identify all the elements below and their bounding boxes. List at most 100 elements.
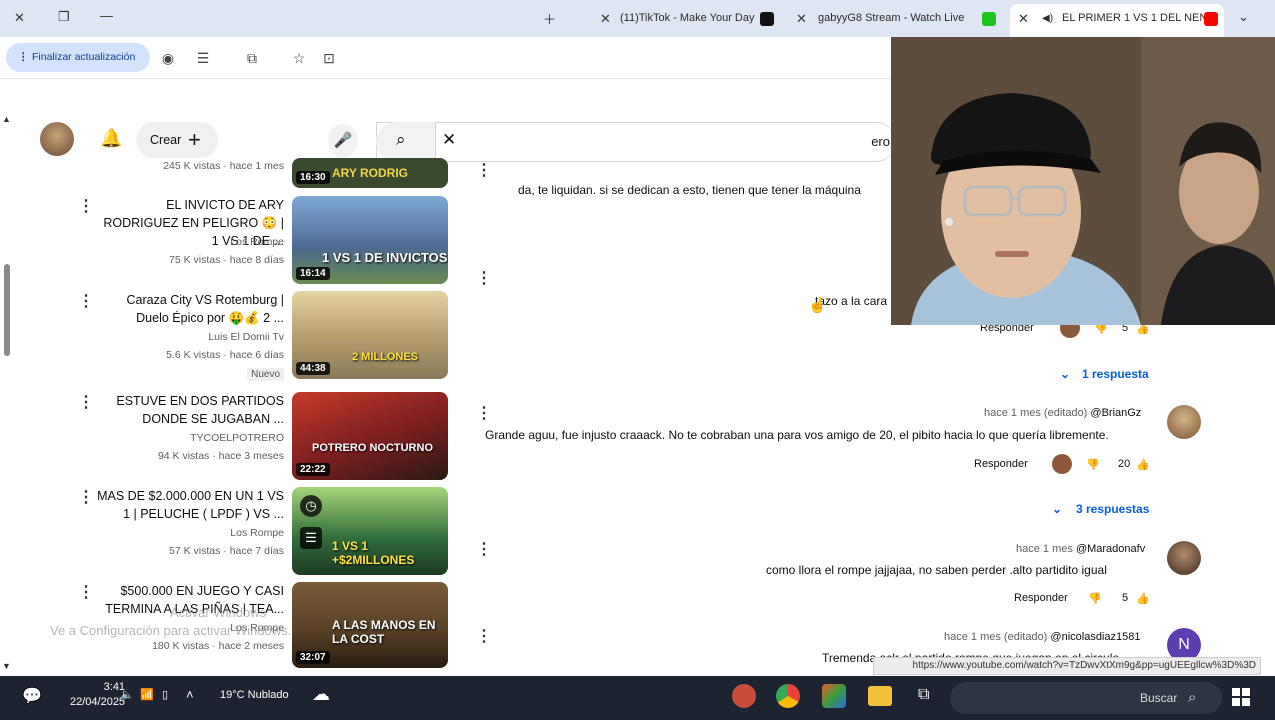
profile-avatar-icon[interactable]: ◉ <box>158 48 178 68</box>
video-menu-icon[interactable]: ⋮ <box>78 584 94 602</box>
weather-text[interactable]: 19°C Nublado <box>220 689 289 701</box>
add-to-queue-icon[interactable]: ☰ <box>300 527 322 549</box>
volume-icon[interactable]: 🔈 <box>120 688 134 701</box>
chrome-app-icon[interactable] <box>776 684 800 708</box>
comment-author[interactable]: @Maradonafv <box>1076 543 1145 555</box>
tab-tiktok[interactable]: ✕ (11)TikTok - Make Your Day <box>600 6 780 31</box>
window-restore-icon[interactable]: ❐ <box>58 9 70 25</box>
video-channel[interactable]: Los Rompe <box>230 236 284 248</box>
video-item[interactable]: 2 MILLONES 44:38 ⋮ Caraza City VS Rotemb… <box>0 291 460 383</box>
comment-author[interactable]: @nicolasdiaz1581 <box>1050 631 1140 643</box>
comment-author-line: hace 1 mes @Maradonafv <box>1016 543 1145 555</box>
commenter-avatar[interactable] <box>1167 405 1201 439</box>
dislike-icon[interactable]: 👎 <box>1088 592 1102 605</box>
video-thumbnail[interactable]: ARY RODRIG 16:30 <box>292 158 448 188</box>
like-icon[interactable]: 👍 <box>1136 592 1150 605</box>
finish-update-button[interactable]: ⋮ Finalizar actualización <box>6 43 150 72</box>
finish-update-label: Finalizar actualización <box>32 51 136 63</box>
video-menu-icon[interactable]: ⋮ <box>78 293 94 311</box>
like-icon[interactable]: 👍 <box>1136 458 1150 471</box>
view-replies-button[interactable]: ⌄ 3 respuestas <box>1052 502 1149 516</box>
comment-menu-icon[interactable]: ⋮ <box>476 541 492 559</box>
browser-tab-strip: ✕ ❐ — ＋ ✕ (11)TikTok - Make Your Day ✕ g… <box>0 0 1275 37</box>
bluestacks-app-icon[interactable] <box>822 684 846 708</box>
window-close-icon[interactable]: ✕ <box>14 10 25 26</box>
tab-search-chevron-icon[interactable]: ⌄ <box>1238 9 1249 25</box>
thumbnail-text: 1 VS 1 DE INVICTOS <box>322 250 448 265</box>
window-minimize-icon[interactable]: — <box>100 8 113 23</box>
video-thumbnail[interactable]: 1 VS 1 DE INVICTOS 16:14 <box>292 196 448 284</box>
notification-center-icon[interactable]: 💬 <box>22 686 42 706</box>
video-title: MAS DE $2.000.000 EN UN 1 VS 1 | PELUCHE… <box>97 489 284 521</box>
new-tab-icon[interactable]: ＋ <box>543 9 556 28</box>
watch-later-icon[interactable]: ◷ <box>300 495 322 517</box>
tab-close-icon[interactable]: ✕ <box>796 6 807 31</box>
comment-time: hace 1 mes (editado) <box>944 631 1048 643</box>
tab-close-icon[interactable]: ✕ <box>1018 4 1029 33</box>
show-hidden-icons-chevron[interactable]: ˄ <box>186 687 194 702</box>
install-app-icon[interactable]: ⊡ <box>319 48 339 68</box>
video-title: ESTUVE EN DOS PARTIDOS DONDE SE JUGABAN … <box>116 394 284 426</box>
bookmark-star-icon[interactable]: ☆ <box>289 48 309 68</box>
video-thumbnail[interactable]: 2 MILLONES 44:38 <box>292 291 448 379</box>
wifi-icon[interactable]: 📶 <box>140 688 154 701</box>
comment-text: da, te liquidan. si se dedican a esto, t… <box>518 183 861 197</box>
view-replies-button[interactable]: ⌄ 1 respuesta <box>1060 367 1149 381</box>
video-item[interactable]: 1 VS 1 DE INVICTOS 16:14 ⋮ EL INVICTO DE… <box>0 196 460 288</box>
battery-icon[interactable]: ▯ <box>162 688 168 701</box>
replies-label: 3 respuestas <box>1076 502 1150 516</box>
reply-button[interactable]: Responder <box>974 458 1028 470</box>
video-meta: 57 K vistas · hace 7 días <box>169 545 284 557</box>
video-menu-icon[interactable]: ⋮ <box>78 489 94 507</box>
comment-text: como llora el rompe jajjajaa, no saben p… <box>766 563 1107 577</box>
extensions-icon[interactable]: ⧉ <box>242 48 262 68</box>
video-menu-icon[interactable]: ⋮ <box>78 394 94 412</box>
video-thumbnail[interactable]: POTRERO NOCTURNO 22:22 <box>292 392 448 480</box>
thumbnail-text: 1 VS 1 +$2MILLONES <box>332 539 415 567</box>
thumbnail-text: 2 MILLONES <box>352 351 419 363</box>
tab-gaby-stream[interactable]: ✕ gabyyG8 Stream - Watch Live <box>796 6 1000 31</box>
video-channel[interactable]: TYCOELPOTRERO <box>190 432 284 444</box>
video-meta: 5.6 K vistas · hace 6 días <box>166 349 284 361</box>
status-url-text: https://www.youtube.com/watch?v=TzDwvXtX… <box>912 660 1256 671</box>
kick-icon <box>982 12 996 26</box>
taskbar-search-label: Buscar <box>1140 691 1178 705</box>
cloud-weather-icon[interactable]: ☁ <box>312 684 330 705</box>
comment-author[interactable]: @BrianGz <box>1090 407 1141 419</box>
obs-app-icon[interactable] <box>732 684 756 708</box>
windows-start-icon[interactable] <box>1232 688 1250 706</box>
comment-menu-icon[interactable]: ⋮ <box>476 162 492 180</box>
video-item[interactable]: POTRERO NOCTURNO 22:22 ⋮ ESTUVE EN DOS P… <box>0 392 460 484</box>
like-count: 20 <box>1118 458 1131 470</box>
comment-menu-icon[interactable]: ⋮ <box>476 628 492 646</box>
video-thumbnail[interactable]: A LAS MANOS EN LA COST 32:07 <box>292 582 448 668</box>
comment-actions: Responder 👎 5 👍 <box>1014 592 1150 610</box>
clock[interactable]: 3:41 22/04/2025 <box>70 680 125 710</box>
reply-button[interactable]: Responder <box>1014 592 1068 604</box>
video-menu-icon[interactable]: ⋮ <box>78 198 94 216</box>
dislike-icon[interactable]: 👎 <box>1086 458 1100 471</box>
status-bar-url: https://www.youtube.com/watch?v=TzDwvXtX… <box>873 657 1261 675</box>
tab-title: (11)TikTok - Make Your Day <box>620 12 755 24</box>
new-badge: Nuevo <box>247 368 284 381</box>
video-thumbnail[interactable]: 1 VS 1 +$2MILLONES ◷ ☰ <box>292 487 448 575</box>
thumbnail-text: A LAS MANOS EN LA COST <box>332 618 436 646</box>
tab-close-icon[interactable]: ✕ <box>600 6 611 31</box>
task-view-icon[interactable]: ⧉ <box>918 686 929 704</box>
reading-list-icon[interactable]: ☰ <box>193 48 213 68</box>
commenter-avatar[interactable] <box>1167 541 1201 575</box>
tab-title: EL PRIMER 1 VS 1 DEL NEN <box>1062 12 1208 24</box>
audio-playing-icon[interactable]: ◀) <box>1042 4 1053 33</box>
comment-time: hace 1 mes <box>1016 543 1073 555</box>
tab-youtube-video[interactable]: ✕ ◀) EL PRIMER 1 VS 1 DEL NEN <box>1010 4 1224 37</box>
file-explorer-icon[interactable] <box>868 686 892 706</box>
comment-menu-icon[interactable]: ⋮ <box>476 270 492 288</box>
taskbar-search-box[interactable]: Buscar ⌕ <box>950 682 1222 714</box>
video-item[interactable]: ARY RODRIG 16:30 245 K vistas · hace 1 m… <box>0 100 460 192</box>
video-item[interactable]: 1 VS 1 +$2MILLONES ◷ ☰ ⋮ MAS DE $2.000.0… <box>0 487 460 579</box>
video-channel[interactable]: Los Rompe <box>230 527 284 539</box>
video-channel[interactable]: Luis El Domii Tv <box>208 331 284 343</box>
more-vertical-icon: ⋮ <box>18 51 29 63</box>
comment-author-line: hace 1 mes (editado) @BrianGz <box>984 407 1141 419</box>
comment-menu-icon[interactable]: ⋮ <box>476 405 492 423</box>
